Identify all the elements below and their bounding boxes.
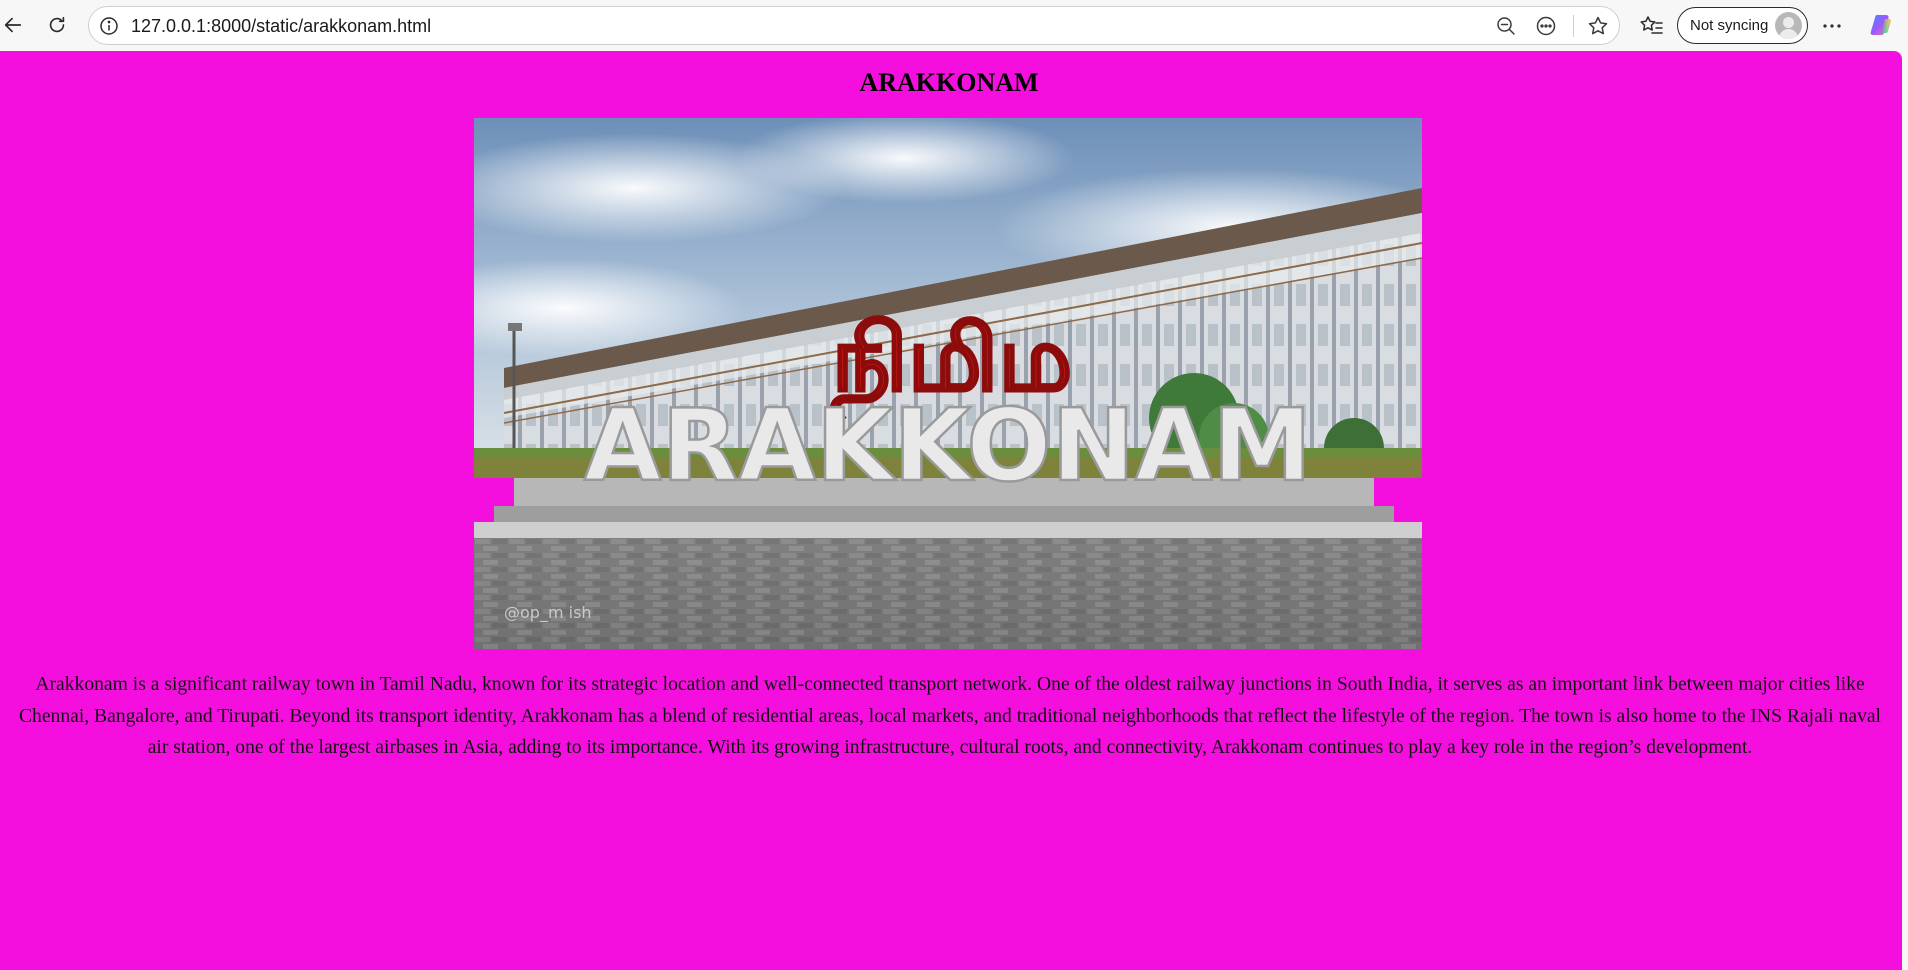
refresh-button[interactable]: [40, 8, 74, 42]
image-watermark: @op_m ish: [504, 603, 592, 623]
hero-image: நிமிம ARAKKONAM @op_m ish: [474, 118, 1422, 649]
more-circle-icon[interactable]: [1535, 15, 1557, 37]
svg-text:ARAKKONAM: ARAKKONAM: [584, 387, 1312, 504]
profile-sync-button[interactable]: Not syncing: [1677, 7, 1808, 44]
address-bar[interactable]: 127.0.0.1:8000/static/arakkonam.html: [88, 6, 1620, 45]
back-icon: [4, 17, 22, 33]
address-separator: [1573, 15, 1574, 37]
page-title: ARAKKONAM: [859, 68, 1039, 97]
favorite-star-icon[interactable]: [1587, 15, 1609, 37]
refresh-icon: [49, 16, 65, 33]
info-icon[interactable]: [99, 16, 119, 36]
menu-dots-icon[interactable]: [1820, 14, 1844, 38]
zoom-out-icon[interactable]: [1495, 15, 1517, 37]
description-paragraph: Arakkonam is a significant railway town …: [18, 674, 1882, 758]
url-text[interactable]: 127.0.0.1:8000/static/arakkonam.html: [131, 16, 431, 37]
back-button[interactable]: [0, 8, 30, 42]
favorites-list-icon[interactable]: [1640, 14, 1664, 38]
copilot-icon[interactable]: [1868, 12, 1894, 38]
sign-text: ARAKKONAM: [583, 386, 1313, 506]
browser-toolbar: 127.0.0.1:8000/static/arakkonam.html Not…: [0, 0, 1908, 51]
avatar-icon: [1775, 12, 1802, 39]
page-viewport: ARAKKONAM நிமிம ARAKKONAM @op_m ish Arak…: [0, 51, 1902, 970]
sync-status-label: Not syncing: [1690, 17, 1769, 34]
